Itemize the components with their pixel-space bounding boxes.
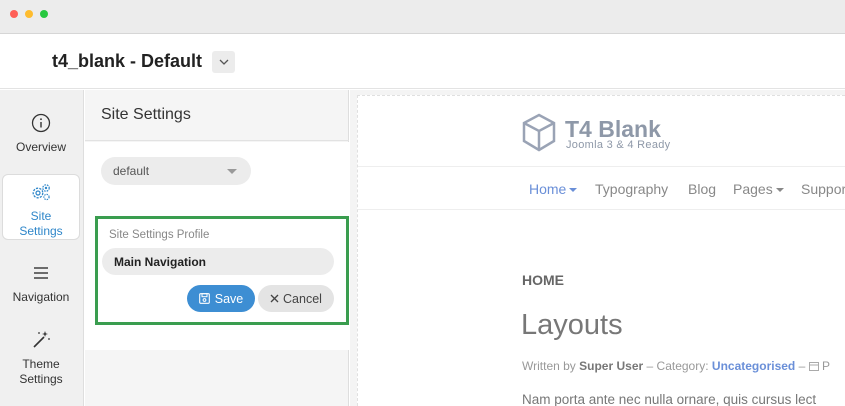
article-body-text: Nam porta ante nec nulla ornare, quis cu… (522, 392, 817, 406)
nav-label-settings: Settings (19, 224, 63, 238)
site-preview[interactable]: T4 Blank Joomla 3 & 4 Ready Home Typogra… (357, 95, 845, 406)
profile-select-value: default (113, 164, 150, 178)
breadcrumb[interactable]: HOME (522, 272, 564, 288)
close-icon (270, 294, 279, 303)
nav-item-navigation[interactable]: Navigation (2, 262, 80, 305)
profile-field-label: Site Settings Profile (109, 229, 210, 241)
maximize-window-button[interactable] (40, 10, 48, 18)
meta-trailing: – (798, 359, 809, 373)
menu-item-home-label: Home (529, 181, 567, 197)
profile-name-input[interactable] (102, 248, 334, 275)
nav-item-site-settings[interactable]: Site Settings (2, 174, 80, 240)
meta-written-by: Written by (522, 359, 576, 373)
select-caret-icon (227, 169, 237, 174)
panel-body: default Site Settings Profile Save Cance… (85, 142, 349, 350)
template-title: t4_blank - Default (52, 51, 203, 71)
menu-lines-icon (34, 267, 48, 279)
save-icon (198, 293, 210, 304)
menu-item-pages-label: Pages (733, 181, 773, 197)
nav-label-theme-settings: Settings (19, 372, 63, 386)
cube-logo-icon (522, 113, 556, 152)
nav-label-overview: Overview (15, 140, 66, 154)
nav-label-site: Site (30, 209, 52, 223)
magic-wand-icon (33, 331, 50, 348)
panel-header: Site Settings (85, 90, 349, 141)
profile-select[interactable]: default (101, 157, 251, 185)
cancel-button[interactable]: Cancel (258, 285, 334, 312)
menu-item-blog[interactable]: Blog (688, 181, 716, 197)
save-button[interactable]: Save (187, 285, 255, 312)
minimize-window-button[interactable] (25, 10, 33, 18)
nav-item-theme-settings[interactable]: Theme Settings (2, 329, 80, 387)
article-title[interactable]: Layouts (521, 309, 623, 342)
window-titlebar (0, 0, 845, 34)
site-menu: Home Typography Blog Pages Suppor (358, 166, 845, 210)
menu-item-support[interactable]: Suppor (801, 181, 845, 197)
menu-item-home[interactable]: Home (529, 181, 578, 197)
left-navigation: Overview Site Settings Navigation Theme … (0, 90, 84, 406)
site-settings-panel: Site Settings default Site Settings Prof… (85, 90, 349, 406)
app-header: t4_blank - Default (0, 34, 845, 89)
save-button-label: Save (214, 291, 244, 306)
nav-label-navigation: Navigation (12, 290, 70, 304)
cancel-button-label: Cancel (283, 291, 322, 306)
calendar-icon (808, 362, 819, 371)
close-window-button[interactable] (10, 10, 18, 18)
nav-item-overview[interactable]: Overview (2, 112, 80, 155)
meta-category-label: – Category: (646, 359, 709, 373)
nav-label-theme: Theme (22, 357, 60, 371)
template-dropdown-button[interactable] (212, 51, 235, 73)
chevron-down-icon (219, 59, 228, 65)
menu-item-typography[interactable]: Typography (595, 181, 668, 197)
panel-title: Site Settings (101, 106, 191, 123)
meta-category-link[interactable]: Uncategorised (712, 359, 795, 373)
logo-tagline: Joomla 3 & 4 Ready (566, 139, 671, 151)
article-meta: Written by Super User – Category: Uncate… (522, 359, 830, 373)
caret-down-icon (775, 188, 784, 193)
meta-trailing-letter: P (821, 359, 830, 373)
meta-author: Super User (579, 359, 644, 373)
info-icon (31, 113, 51, 133)
settings-gears-icon (32, 184, 50, 201)
site-preview-frame: T4 Blank Joomla 3 & 4 Ready Home Typogra… (350, 90, 845, 406)
profile-form: Site Settings Profile Save Cancel (95, 216, 349, 325)
caret-down-icon (569, 188, 578, 193)
menu-item-pages[interactable]: Pages (733, 181, 784, 197)
